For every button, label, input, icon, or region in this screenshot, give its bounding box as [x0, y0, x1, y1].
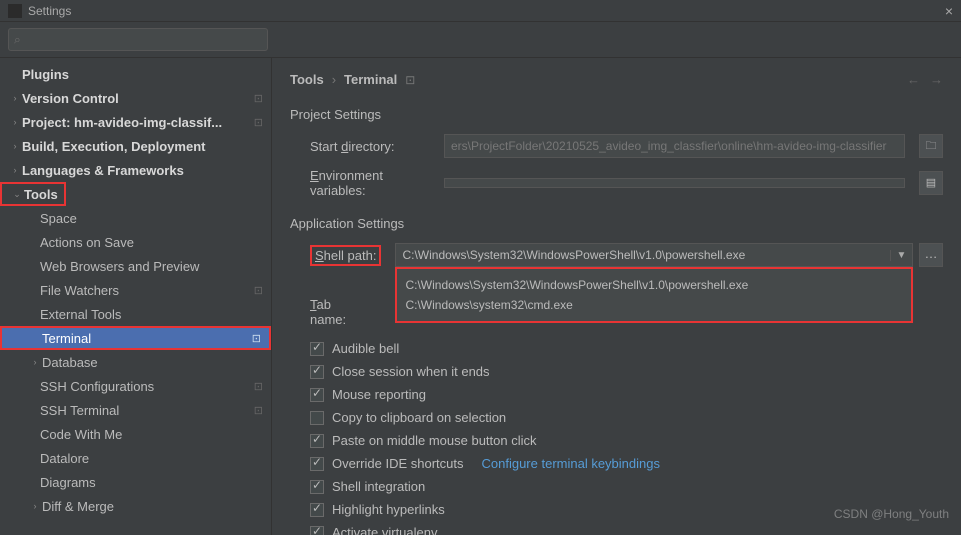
- env-vars-label: Environment variables:: [290, 168, 430, 198]
- start-dir-input[interactable]: ers\ProjectFolder\20210525_avideo_img_cl…: [444, 134, 905, 158]
- checkbox-row[interactable]: Close session when it ends: [290, 360, 943, 383]
- configure-link[interactable]: Configure terminal keybindings: [482, 456, 660, 471]
- checkbox-label: Highlight hyperlinks: [332, 502, 445, 517]
- dropdown-option[interactable]: C:\Windows\system32\cmd.exe: [405, 295, 903, 315]
- env-vars-input[interactable]: [444, 178, 905, 188]
- breadcrumb-l1[interactable]: Tools: [290, 72, 324, 87]
- sidebar-item-languages[interactable]: ›Languages & Frameworks: [0, 158, 271, 182]
- sidebar-item-diff-merge[interactable]: ›Diff & Merge: [0, 494, 271, 518]
- checkbox-row[interactable]: Mouse reporting: [290, 383, 943, 406]
- nav-back-icon[interactable]: ←: [907, 72, 920, 87]
- sidebar-item-ssh-config[interactable]: SSH Configurations⊡: [0, 374, 271, 398]
- app-icon: [8, 4, 22, 18]
- checkbox[interactable]: [310, 434, 324, 448]
- sidebar-item-tools[interactable]: ⌄Tools: [0, 182, 66, 206]
- sidebar-item-plugins[interactable]: Plugins: [0, 62, 271, 86]
- checkbox-label: Copy to clipboard on selection: [332, 410, 506, 425]
- sidebar-item-datalore[interactable]: Datalore: [0, 446, 271, 470]
- checkbox[interactable]: [310, 411, 324, 425]
- checkbox-label: Mouse reporting: [332, 387, 426, 402]
- breadcrumb-l2: Terminal: [344, 72, 397, 87]
- nav-fwd-icon[interactable]: →: [930, 72, 943, 87]
- checkbox[interactable]: [310, 365, 324, 379]
- section-project-settings: Project Settings: [290, 107, 943, 122]
- checkbox-row[interactable]: Override IDE shortcuts Configure terminal…: [290, 452, 943, 475]
- tab-name-label: Tab name:: [290, 297, 370, 327]
- checkbox-row[interactable]: Audible bell: [290, 337, 943, 360]
- checkbox-label: Audible bell: [332, 341, 399, 356]
- sidebar-item-database[interactable]: ›Database: [0, 350, 271, 374]
- env-vars-edit-icon[interactable]: ▤: [919, 171, 943, 195]
- checkbox-label: Shell integration: [332, 479, 425, 494]
- sidebar-item-file-watchers[interactable]: File Watchers⊡: [0, 278, 271, 302]
- sidebar-item-web-browsers[interactable]: Web Browsers and Preview: [0, 254, 271, 278]
- shell-path-input[interactable]: [396, 244, 890, 266]
- reset-icon[interactable]: ⊡: [405, 73, 415, 87]
- checkbox[interactable]: [310, 342, 324, 356]
- sidebar-item-external-tools[interactable]: External Tools: [0, 302, 271, 326]
- window-title: Settings: [28, 4, 71, 18]
- shell-path-dropdown[interactable]: C:\Windows\System32\WindowsPowerShell\v1…: [395, 267, 913, 323]
- sidebar-item-project[interactable]: ›Project: hm-avideo-img-classif...⊡: [0, 110, 271, 134]
- dropdown-option[interactable]: C:\Windows\System32\WindowsPowerShell\v1…: [405, 275, 903, 295]
- sidebar-item-version-control[interactable]: ›Version Control⊡: [0, 86, 271, 110]
- title-bar: Settings ×: [0, 0, 961, 22]
- sidebar-item-ssh-terminal[interactable]: SSH Terminal⊡: [0, 398, 271, 422]
- checkbox[interactable]: [310, 388, 324, 402]
- section-app-settings: Application Settings: [290, 216, 943, 231]
- shell-path-combo[interactable]: ▼: [395, 243, 913, 267]
- search-row: ⌕: [0, 22, 961, 58]
- checkbox-row[interactable]: Activate virtualenv: [290, 521, 943, 535]
- sidebar-item-terminal[interactable]: Terminal⊡: [0, 326, 271, 350]
- checkbox-row[interactable]: Copy to clipboard on selection: [290, 406, 943, 429]
- checkbox[interactable]: [310, 480, 324, 494]
- search-input[interactable]: [8, 28, 268, 51]
- sidebar-item-actions-on-save[interactable]: Actions on Save: [0, 230, 271, 254]
- browse-folder-icon[interactable]: 🗀: [919, 134, 943, 158]
- sidebar-item-code-with-me[interactable]: Code With Me: [0, 422, 271, 446]
- checkbox-label: Paste on middle mouse button click: [332, 433, 537, 448]
- settings-sidebar: Plugins ›Version Control⊡ ›Project: hm-a…: [0, 58, 272, 535]
- checkbox-label: Override IDE shortcuts: [332, 456, 464, 471]
- sidebar-item-diagrams[interactable]: Diagrams: [0, 470, 271, 494]
- start-dir-label: Start directory:: [290, 139, 430, 154]
- chevron-down-icon[interactable]: ▼: [890, 250, 912, 261]
- watermark: CSDN @Hong_Youth: [834, 507, 949, 521]
- close-icon[interactable]: ×: [945, 3, 953, 19]
- checkbox-row[interactable]: Paste on middle mouse button click: [290, 429, 943, 452]
- checkbox[interactable]: [310, 503, 324, 517]
- checkbox[interactable]: [310, 457, 324, 471]
- shell-path-label: Shell path:: [290, 248, 381, 263]
- checkbox-row[interactable]: Shell integration: [290, 475, 943, 498]
- shell-path-browse-button[interactable]: …: [919, 243, 943, 267]
- chevron-right-icon: ›: [332, 72, 336, 87]
- checkbox-label: Close session when it ends: [332, 364, 490, 379]
- search-icon: ⌕: [14, 32, 21, 47]
- sidebar-item-space[interactable]: Space: [0, 206, 271, 230]
- sidebar-item-build[interactable]: ›Build, Execution, Deployment: [0, 134, 271, 158]
- settings-content: Tools › Terminal ⊡ ← → Project Settings …: [272, 58, 961, 535]
